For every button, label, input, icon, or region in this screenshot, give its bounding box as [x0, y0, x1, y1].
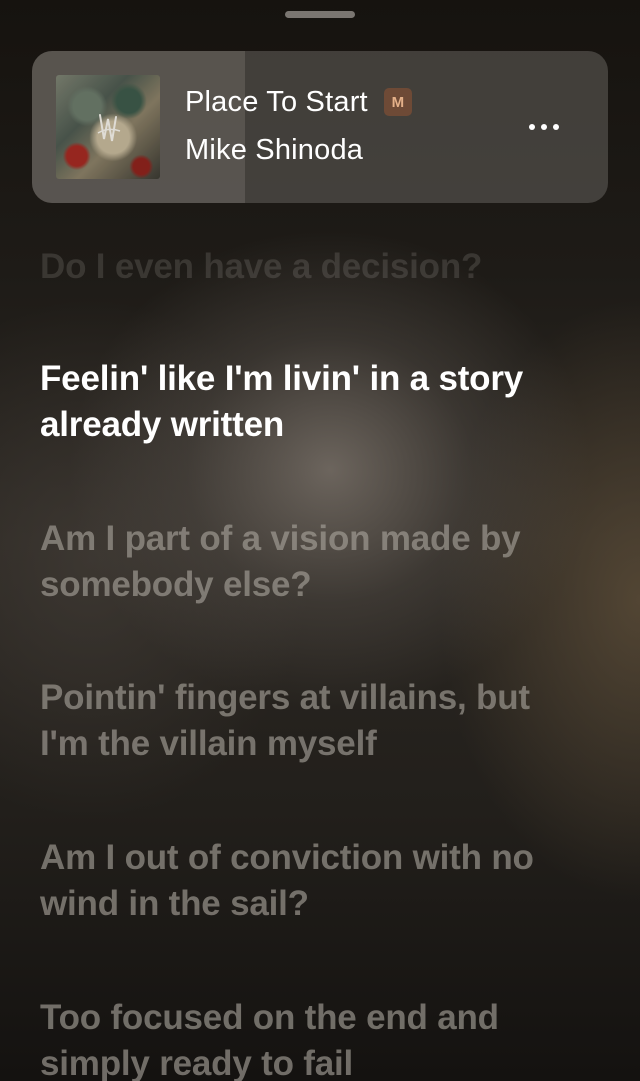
- lyrics-screen: Place To Start M Mike Shinoda Do I even …: [0, 0, 640, 1081]
- track-title: Place To Start: [185, 86, 368, 118]
- now-playing-card[interactable]: Place To Start M Mike Shinoda: [32, 51, 608, 203]
- track-title-row: Place To Start M: [185, 84, 412, 120]
- lyric-line-current[interactable]: Feelin' like I'm livin' in a story alrea…: [40, 356, 540, 448]
- explicit-badge: M: [383, 88, 412, 116]
- lyric-line[interactable]: Too focused on the end and simply ready …: [40, 995, 590, 1081]
- lyric-line[interactable]: Am I out of conviction with no wind in t…: [40, 835, 570, 927]
- lyric-line[interactable]: Pointin' fingers at villains, but I'm th…: [40, 675, 560, 767]
- more-horizontal-icon: [529, 124, 559, 130]
- album-artwork[interactable]: [56, 75, 160, 179]
- artist-name[interactable]: Mike Shinoda: [185, 132, 363, 168]
- lyric-line[interactable]: Am I part of a vision made by somebody e…: [40, 516, 610, 608]
- more-options-button[interactable]: [516, 107, 572, 147]
- sheet-grabber-handle[interactable]: [285, 11, 355, 18]
- lyric-line[interactable]: Do I even have a decision?: [40, 244, 620, 290]
